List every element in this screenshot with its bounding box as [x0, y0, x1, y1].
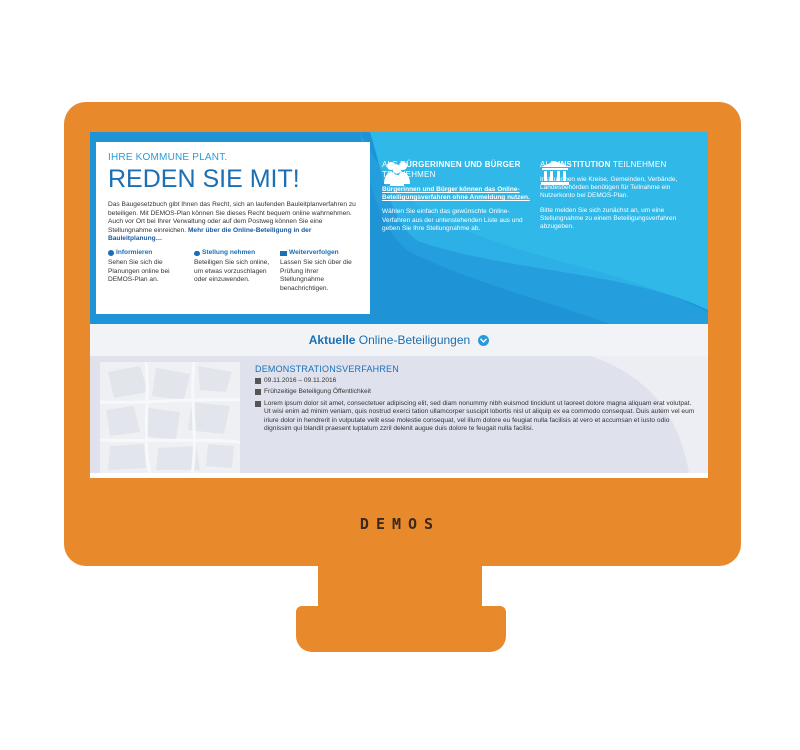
screen: IHRE KOMMUNE PLANT. REDEN SIE MIT! Das B… [90, 132, 708, 478]
citizens-panel: ALS BÜRGERINNEN UND BÜRGER TEILNEHMEN Bü… [382, 160, 532, 233]
institution-panel: ALS INSTITUTION TEILNEHMEN Institutionen… [540, 160, 700, 231]
section-title: Aktuelle Online-Beteiligungen [308, 333, 471, 347]
monitor-stand-base [296, 606, 506, 652]
citizens-header: ALS BÜRGERINNEN UND BÜRGER TEILNEHMEN [382, 160, 532, 186]
map-image [100, 362, 240, 474]
institution-text-2: Bitte melden Sie sich zunächst an, um ei… [540, 206, 677, 231]
institution-header: ALS INSTITUTION TEILNEHMEN [540, 160, 700, 185]
citizens-text: Wählen Sie einfach das gewünschte Online… [382, 208, 523, 232]
feature-comment-text: Beteiligen Sie sich online, um etwas vor… [194, 259, 270, 284]
citizens-link[interactable]: Bürgerinnen und Bürger können das Online… [382, 186, 532, 202]
procedure-list: DEMONSTRATIONSVERFAHREN 09.11.2016 – 09.… [90, 356, 708, 478]
feature-follow-title[interactable]: Weiterverfolgen [280, 249, 360, 258]
feature-list: Informieren Sehen Sie sich die Planungen… [108, 249, 360, 294]
citizens-body: Bürgerinnen und Bürger können das Online… [382, 186, 532, 233]
feature-inform-label: Informieren [116, 248, 153, 256]
hero-banner: IHRE KOMMUNE PLANT. REDEN SIE MIT! Das B… [90, 132, 708, 324]
building-icon [541, 161, 569, 185]
calendar-icon [255, 378, 261, 384]
sitemap-icon [255, 389, 261, 396]
intro-headline: REDEN SIE MIT! [108, 165, 300, 193]
procedure-phase: Frühzeitige Beteiligung Öffentlichkeit [264, 388, 371, 396]
intro-text: Das Baugesetzbuch gibt Ihnen das Recht, … [108, 201, 360, 244]
info-icon [108, 250, 114, 257]
feature-inform: Informieren Sehen Sie sich die Planungen… [108, 249, 188, 294]
feature-follow-text: Lassen Sie sich über die Prüfung Ihrer S… [280, 259, 352, 292]
map-thumbnail[interactable] [100, 362, 240, 474]
procedure-description: Lorem ipsum dolor sit amet, consectetuer… [264, 399, 695, 433]
comment-icon [194, 250, 200, 256]
intro-card: IHRE KOMMUNE PLANT. REDEN SIE MIT! Das B… [96, 142, 370, 314]
procedure-phase-row: Frühzeitige Beteiligung Öffentlichkeit [255, 388, 695, 396]
feature-comment-label: Stellung nehmen [202, 248, 256, 256]
brand-logo: DEMOS [359, 515, 441, 533]
feature-comment-title[interactable]: Stellung nehmen [194, 249, 274, 258]
chevron-down-icon[interactable] [478, 334, 490, 346]
feature-comment: Stellung nehmen Beteiligen Sie sich onli… [194, 249, 274, 294]
section-header[interactable]: Aktuelle Online-Beteiligungen [90, 324, 708, 356]
procedure-description-row: Lorem ipsum dolor sit amet, consectetuer… [255, 400, 695, 434]
intro-kicker: IHRE KOMMUNE PLANT. [108, 152, 228, 163]
feature-inform-title[interactable]: Informieren [108, 249, 188, 258]
feature-follow-label: Weiterverfolgen [289, 248, 339, 256]
feature-inform-text: Sehen Sie sich die Planungen online bei … [108, 259, 170, 284]
people-icon [384, 162, 410, 186]
screen-bottom-strip [90, 473, 708, 478]
document-icon [255, 400, 261, 407]
envelope-icon [280, 250, 287, 256]
procedure-date-row: 09.11.2016 – 09.11.2016 [255, 377, 695, 385]
feature-follow: Weiterverfolgen Lassen Sie sich über die… [280, 249, 360, 294]
procedure-title[interactable]: DEMONSTRATIONSVERFAHREN [255, 364, 695, 374]
procedure-item: DEMONSTRATIONSVERFAHREN 09.11.2016 – 09.… [255, 364, 695, 433]
procedure-date: 09.11.2016 – 09.11.2016 [264, 377, 337, 384]
